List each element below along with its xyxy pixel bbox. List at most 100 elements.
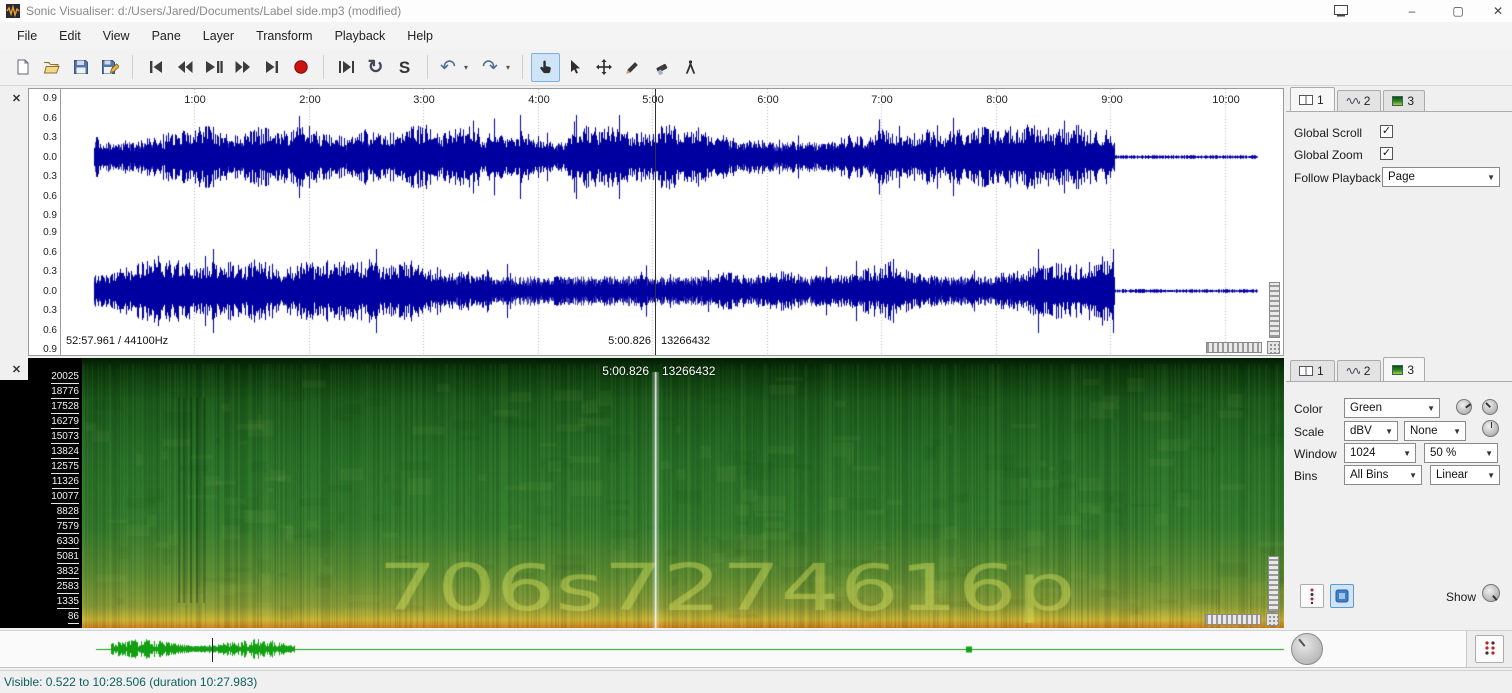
edit-tool-button[interactable] [589, 53, 618, 82]
solo-button[interactable]: S [390, 53, 419, 82]
menu-item-file[interactable]: File [6, 25, 48, 47]
horizontal-zoom-wheel[interactable] [1206, 342, 1262, 353]
menu-item-view[interactable]: View [92, 25, 141, 47]
maximize-button[interactable]: ▢ [1438, 0, 1478, 22]
threshold-dial[interactable] [1482, 420, 1499, 437]
menu-item-playback[interactable]: Playback [324, 25, 397, 47]
chevron-down-icon: ▼ [1427, 403, 1435, 413]
time-label: 7:00 [871, 94, 893, 106]
close-button[interactable]: ✕ [1484, 0, 1512, 22]
layer-spectrogram-button[interactable] [1330, 584, 1354, 608]
chevron-down-icon: ▼ [1403, 448, 1411, 458]
spectrogram-canvas[interactable] [82, 358, 1284, 628]
redo-dropdown-arrow[interactable]: ▾ [502, 63, 514, 72]
undo-dropdown-arrow[interactable]: ▾ [460, 63, 472, 72]
layer-properties-panel: 1 2 3 Color Green ▼ Scale dBV ▼ None ▼ W… [1286, 357, 1512, 628]
menu-item-help[interactable]: Help [396, 25, 444, 47]
spectrogram-vertical-zoom-wheel[interactable] [1268, 556, 1279, 612]
amp-label: 0.3 [43, 305, 57, 316]
spectrogram-zoom-reset-grip[interactable] [1266, 613, 1279, 626]
skip-to-start-button[interactable] [141, 53, 170, 82]
window-size-select[interactable]: 1024 ▼ [1344, 443, 1416, 463]
new-session-button[interactable] [8, 53, 37, 82]
amp-label: 0.3 [43, 132, 57, 143]
menu-item-pane[interactable]: Pane [141, 25, 192, 47]
spectrogram-horizontal-zoom-wheel[interactable] [1205, 614, 1261, 625]
zoom-reset-grip[interactable] [1267, 341, 1280, 354]
measure-tool-button[interactable] [676, 53, 705, 82]
layer-dots-button[interactable] [1300, 584, 1324, 608]
playback-speed-knob[interactable] [1291, 633, 1323, 665]
constrain-playback-button[interactable] [332, 53, 361, 82]
undo-button[interactable]: ↶ [436, 53, 460, 82]
redo-button[interactable]: ↷ [478, 53, 502, 82]
amp-label: 0.0 [43, 286, 57, 297]
global-scroll-row: Global Scroll [1294, 126, 1362, 140]
navigate-tool-button[interactable] [531, 52, 560, 82]
save-session-button[interactable] [66, 53, 95, 82]
color-select[interactable]: Green ▼ [1344, 398, 1440, 418]
scale-select[interactable]: dBV ▼ [1344, 421, 1398, 441]
global-scroll-checkbox[interactable]: ✓ [1380, 125, 1393, 138]
time-label: 8:00 [986, 94, 1008, 106]
tab-label: 3 [1407, 362, 1415, 377]
select-tool-button[interactable] [560, 53, 589, 82]
waveform-amplitude-ruler: 0.9 0.6 0.3 0.0 0.3 0.6 0.9 0.9 0.6 0.3 … [28, 88, 60, 356]
time-label: 10:00 [1212, 94, 1240, 106]
spectrogram-pane[interactable]: 5:00.826 13266432 [82, 358, 1284, 628]
menu-item-transform[interactable]: Transform [245, 25, 324, 47]
overview-canvas[interactable] [0, 631, 1285, 667]
pane-tab-2[interactable]: 2 [1336, 90, 1382, 111]
app-icon [6, 4, 20, 18]
statusbar: Visible: 0.522 to 10:28.506 (duration 10… [0, 670, 1512, 693]
layer-summary-button[interactable] [1475, 635, 1504, 663]
layer-tab-2[interactable]: 2 [1336, 360, 1382, 381]
dial-hand [1492, 595, 1498, 601]
color-rotate-dial[interactable] [1456, 399, 1472, 415]
playback-cursor[interactable] [655, 89, 656, 355]
export-session-button[interactable] [95, 53, 124, 82]
tab-label: 3 [1407, 94, 1415, 108]
scale-label: Scale [1294, 425, 1325, 439]
menu-item-edit[interactable]: Edit [48, 25, 92, 47]
amp-label: 0.9 [43, 344, 57, 355]
pane-tab-3[interactable]: 3 [1383, 90, 1426, 111]
close-spectrogram-pane-button[interactable]: ✕ [8, 361, 25, 378]
minimize-button[interactable]: – [1392, 0, 1432, 22]
bins-select[interactable]: All Bins ▼ [1344, 465, 1422, 485]
window-overlap-select[interactable]: 50 % ▼ [1424, 443, 1498, 463]
overview-playback-cursor[interactable] [212, 638, 213, 662]
record-icon [293, 60, 308, 74]
amp-label: 0.6 [43, 191, 57, 202]
solo-icon: S [398, 57, 411, 77]
titlebar-extra-icon[interactable] [1334, 5, 1348, 17]
close-waveform-pane-button[interactable]: ✕ [8, 90, 25, 107]
waveform-canvas[interactable] [61, 89, 1283, 355]
freq-label: 16279 [51, 416, 79, 429]
layer-tab-3[interactable]: 3 [1383, 357, 1426, 381]
global-zoom-checkbox[interactable]: ✓ [1380, 147, 1393, 160]
statusbar-text: Visible: 0.522 to 10:28.506 (duration 10… [4, 675, 258, 689]
menu-item-layer[interactable]: Layer [192, 25, 245, 47]
spectrogram-mini-icon [1392, 364, 1404, 375]
layer-tab-1[interactable]: 1 [1290, 360, 1335, 381]
record-button[interactable] [286, 53, 315, 82]
skip-to-end-button[interactable] [257, 53, 286, 82]
play-pause-button[interactable] [199, 53, 228, 82]
waveform-pane[interactable]: 1:00 2:00 3:00 4:00 5:00 6:00 7:00 8:00 … [60, 88, 1284, 356]
bin-scale-select[interactable]: Linear ▼ [1430, 465, 1500, 485]
show-dial[interactable] [1482, 584, 1500, 602]
follow-playback-select[interactable]: Page ▼ [1382, 167, 1500, 187]
amp-label: 0.3 [43, 266, 57, 277]
loop-playback-button[interactable]: ↻ [361, 53, 390, 82]
normalization-select[interactable]: None ▼ [1404, 421, 1466, 441]
gain-dial[interactable] [1482, 399, 1498, 415]
erase-tool-button[interactable] [647, 53, 676, 82]
open-file-button[interactable] [37, 53, 66, 82]
draw-tool-button[interactable] [618, 53, 647, 82]
vertical-zoom-wheel[interactable] [1269, 282, 1280, 338]
fast-forward-button[interactable] [228, 53, 257, 82]
pane-tab-1[interactable]: 1 [1290, 87, 1335, 111]
rewind-button[interactable] [170, 53, 199, 82]
knob-notch [1298, 638, 1306, 647]
